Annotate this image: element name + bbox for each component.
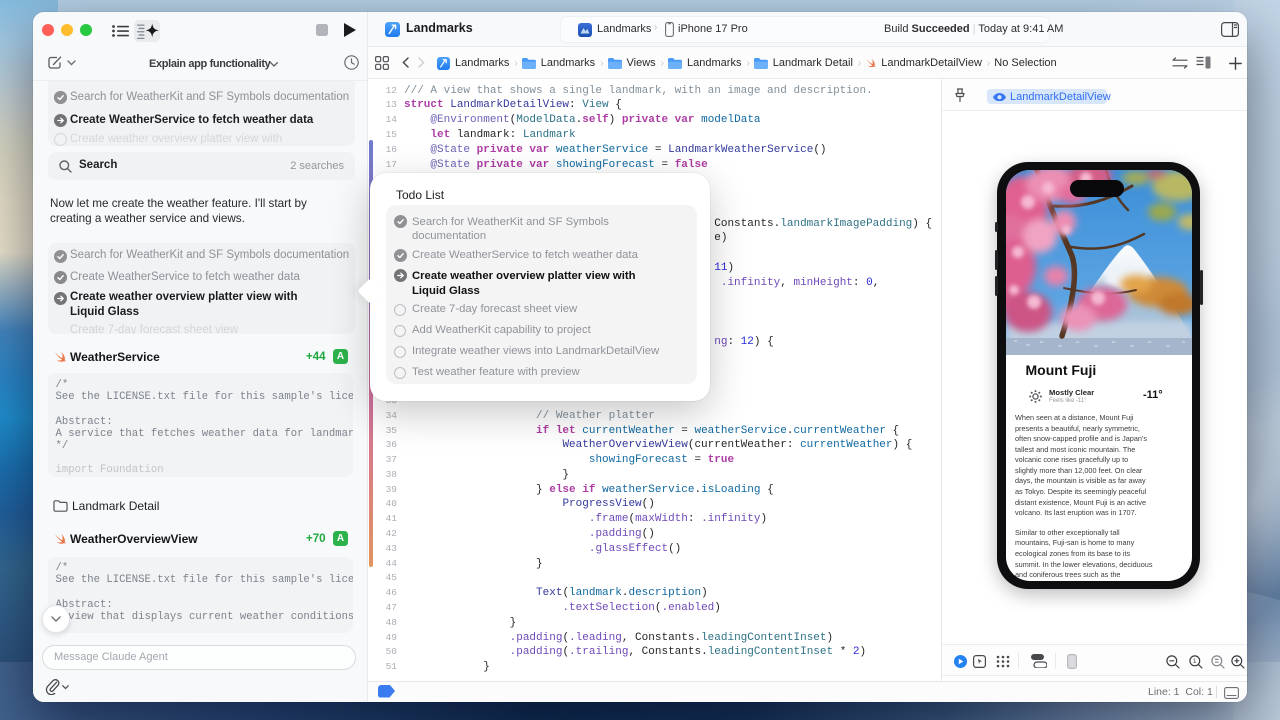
svg-text:1: 1	[1193, 658, 1197, 665]
